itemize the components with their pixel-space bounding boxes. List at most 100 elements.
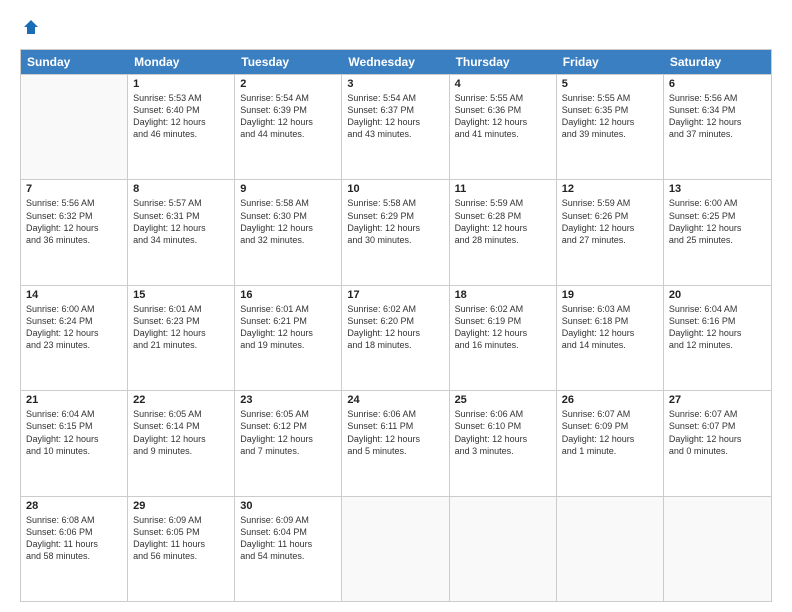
cal-cell: 16 Sunrise: 6:01 AM Sunset: 6:21 PM Dayli… bbox=[235, 286, 342, 390]
day-info: Sunrise: 5:55 AM Sunset: 6:36 PM Dayligh… bbox=[455, 92, 551, 141]
day-number: 3 bbox=[347, 78, 443, 90]
day-info: Sunrise: 5:54 AM Sunset: 6:37 PM Dayligh… bbox=[347, 92, 443, 141]
cal-cell: 20 Sunrise: 6:04 AM Sunset: 6:16 PM Dayli… bbox=[664, 286, 771, 390]
cal-header-friday: Friday bbox=[557, 50, 664, 74]
day-number: 23 bbox=[240, 394, 336, 406]
day-number: 26 bbox=[562, 394, 658, 406]
day-number: 18 bbox=[455, 289, 551, 301]
day-info: Sunrise: 6:07 AM Sunset: 6:09 PM Dayligh… bbox=[562, 408, 658, 457]
cal-cell: 21Sunrise: 6:04 AM Sunset: 6:15 PM Dayli… bbox=[21, 391, 128, 495]
day-info: Sunrise: 5:59 AM Sunset: 6:28 PM Dayligh… bbox=[455, 197, 551, 246]
cal-cell: 19 Sunrise: 6:03 AM Sunset: 6:18 PM Dayli… bbox=[557, 286, 664, 390]
day-number: 17 bbox=[347, 289, 443, 301]
day-info: Sunrise: 6:01 AM Sunset: 6:23 PM Dayligh… bbox=[133, 303, 229, 352]
cal-week-5: 28 Sunrise: 6:08 AM Sunset: 6:06 PM Dayli… bbox=[21, 496, 771, 601]
day-number: 10 bbox=[347, 183, 443, 195]
day-number: 6 bbox=[669, 78, 766, 90]
day-number: 5 bbox=[562, 78, 658, 90]
day-info: Sunrise: 5:55 AM Sunset: 6:35 PM Dayligh… bbox=[562, 92, 658, 141]
cal-cell: 26 Sunrise: 6:07 AM Sunset: 6:09 PM Dayli… bbox=[557, 391, 664, 495]
cal-header-wednesday: Wednesday bbox=[342, 50, 449, 74]
day-number: 28 bbox=[26, 500, 122, 512]
day-info: Sunrise: 5:53 AM Sunset: 6:40 PM Dayligh… bbox=[133, 92, 229, 141]
day-info: Sunrise: 6:08 AM Sunset: 6:06 PM Dayligh… bbox=[26, 514, 122, 563]
cal-cell: 13 Sunrise: 6:00 AM Sunset: 6:25 PM Dayli… bbox=[664, 180, 771, 284]
day-number: 14 bbox=[26, 289, 122, 301]
day-number: 24 bbox=[347, 394, 443, 406]
day-number: 13 bbox=[669, 183, 766, 195]
cal-cell: 29 Sunrise: 6:09 AM Sunset: 6:05 PM Dayli… bbox=[128, 497, 235, 601]
day-info: Sunrise: 5:58 AM Sunset: 6:29 PM Dayligh… bbox=[347, 197, 443, 246]
calendar: SundayMondayTuesdayWednesdayThursdayFrid… bbox=[20, 49, 772, 602]
cal-week-3: 14 Sunrise: 6:00 AM Sunset: 6:24 PM Dayli… bbox=[21, 285, 771, 390]
cal-cell: 5 Sunrise: 5:55 AM Sunset: 6:35 PM Daylig… bbox=[557, 75, 664, 179]
day-info: Sunrise: 5:59 AM Sunset: 6:26 PM Dayligh… bbox=[562, 197, 658, 246]
cal-cell bbox=[664, 497, 771, 601]
day-info: Sunrise: 6:09 AM Sunset: 6:05 PM Dayligh… bbox=[133, 514, 229, 563]
calendar-body: 1 Sunrise: 5:53 AM Sunset: 6:40 PM Daylig… bbox=[21, 74, 771, 601]
cal-cell: 2Sunrise: 5:54 AM Sunset: 6:39 PM Daylig… bbox=[235, 75, 342, 179]
day-info: Sunrise: 5:58 AM Sunset: 6:30 PM Dayligh… bbox=[240, 197, 336, 246]
day-number: 11 bbox=[455, 183, 551, 195]
day-number: 7 bbox=[26, 183, 122, 195]
day-info: Sunrise: 5:57 AM Sunset: 6:31 PM Dayligh… bbox=[133, 197, 229, 246]
day-info: Sunrise: 6:01 AM Sunset: 6:21 PM Dayligh… bbox=[240, 303, 336, 352]
cal-week-4: 21Sunrise: 6:04 AM Sunset: 6:15 PM Dayli… bbox=[21, 390, 771, 495]
day-number: 16 bbox=[240, 289, 336, 301]
cal-cell: 17 Sunrise: 6:02 AM Sunset: 6:20 PM Dayli… bbox=[342, 286, 449, 390]
day-number: 1 bbox=[133, 78, 229, 90]
calendar-header: SundayMondayTuesdayWednesdayThursdayFrid… bbox=[21, 50, 771, 74]
day-number: 20 bbox=[669, 289, 766, 301]
cal-cell: 10 Sunrise: 5:58 AM Sunset: 6:29 PM Dayli… bbox=[342, 180, 449, 284]
day-info: Sunrise: 6:00 AM Sunset: 6:25 PM Dayligh… bbox=[669, 197, 766, 246]
day-number: 22 bbox=[133, 394, 229, 406]
cal-cell bbox=[342, 497, 449, 601]
cal-cell: 27 Sunrise: 6:07 AM Sunset: 6:07 PM Dayli… bbox=[664, 391, 771, 495]
cal-cell: 9 Sunrise: 5:58 AM Sunset: 6:30 PM Daylig… bbox=[235, 180, 342, 284]
cal-header-tuesday: Tuesday bbox=[235, 50, 342, 74]
cal-cell: 1 Sunrise: 5:53 AM Sunset: 6:40 PM Daylig… bbox=[128, 75, 235, 179]
cal-cell bbox=[557, 497, 664, 601]
day-info: Sunrise: 6:07 AM Sunset: 6:07 PM Dayligh… bbox=[669, 408, 766, 457]
day-info: Sunrise: 6:04 AM Sunset: 6:15 PM Dayligh… bbox=[26, 408, 122, 457]
day-number: 12 bbox=[562, 183, 658, 195]
day-number: 19 bbox=[562, 289, 658, 301]
cal-cell: 22 Sunrise: 6:05 AM Sunset: 6:14 PM Dayli… bbox=[128, 391, 235, 495]
day-info: Sunrise: 6:05 AM Sunset: 6:14 PM Dayligh… bbox=[133, 408, 229, 457]
day-info: Sunrise: 6:03 AM Sunset: 6:18 PM Dayligh… bbox=[562, 303, 658, 352]
day-number: 27 bbox=[669, 394, 766, 406]
cal-cell: 25 Sunrise: 6:06 AM Sunset: 6:10 PM Dayli… bbox=[450, 391, 557, 495]
cal-cell: 8 Sunrise: 5:57 AM Sunset: 6:31 PM Daylig… bbox=[128, 180, 235, 284]
cal-cell: 24 Sunrise: 6:06 AM Sunset: 6:11 PM Dayli… bbox=[342, 391, 449, 495]
day-info: Sunrise: 6:02 AM Sunset: 6:20 PM Dayligh… bbox=[347, 303, 443, 352]
cal-cell bbox=[450, 497, 557, 601]
cal-header-sunday: Sunday bbox=[21, 50, 128, 74]
page: SundayMondayTuesdayWednesdayThursdayFrid… bbox=[0, 0, 792, 612]
day-info: Sunrise: 6:09 AM Sunset: 6:04 PM Dayligh… bbox=[240, 514, 336, 563]
cal-cell: 12 Sunrise: 5:59 AM Sunset: 6:26 PM Dayli… bbox=[557, 180, 664, 284]
cal-cell: 14 Sunrise: 6:00 AM Sunset: 6:24 PM Dayli… bbox=[21, 286, 128, 390]
day-info: Sunrise: 5:54 AM Sunset: 6:39 PM Dayligh… bbox=[240, 92, 336, 141]
day-info: Sunrise: 6:06 AM Sunset: 6:11 PM Dayligh… bbox=[347, 408, 443, 457]
day-info: Sunrise: 5:56 AM Sunset: 6:34 PM Dayligh… bbox=[669, 92, 766, 141]
cal-cell: 7 Sunrise: 5:56 AM Sunset: 6:32 PM Daylig… bbox=[21, 180, 128, 284]
cal-week-1: 1 Sunrise: 5:53 AM Sunset: 6:40 PM Daylig… bbox=[21, 74, 771, 179]
day-number: 25 bbox=[455, 394, 551, 406]
day-info: Sunrise: 6:06 AM Sunset: 6:10 PM Dayligh… bbox=[455, 408, 551, 457]
day-info: Sunrise: 6:04 AM Sunset: 6:16 PM Dayligh… bbox=[669, 303, 766, 352]
cal-cell: 18 Sunrise: 6:02 AM Sunset: 6:19 PM Dayli… bbox=[450, 286, 557, 390]
day-number: 8 bbox=[133, 183, 229, 195]
day-number: 9 bbox=[240, 183, 336, 195]
cal-cell: 28 Sunrise: 6:08 AM Sunset: 6:06 PM Dayli… bbox=[21, 497, 128, 601]
cal-header-saturday: Saturday bbox=[664, 50, 771, 74]
day-info: Sunrise: 6:02 AM Sunset: 6:19 PM Dayligh… bbox=[455, 303, 551, 352]
cal-cell: 15Sunrise: 6:01 AM Sunset: 6:23 PM Dayli… bbox=[128, 286, 235, 390]
day-info: Sunrise: 5:56 AM Sunset: 6:32 PM Dayligh… bbox=[26, 197, 122, 246]
cal-header-monday: Monday bbox=[128, 50, 235, 74]
cal-cell bbox=[21, 75, 128, 179]
cal-week-2: 7 Sunrise: 5:56 AM Sunset: 6:32 PM Daylig… bbox=[21, 179, 771, 284]
cal-cell: 23Sunrise: 6:05 AM Sunset: 6:12 PM Dayli… bbox=[235, 391, 342, 495]
day-info: Sunrise: 6:00 AM Sunset: 6:24 PM Dayligh… bbox=[26, 303, 122, 352]
day-number: 29 bbox=[133, 500, 229, 512]
cal-cell: 3 Sunrise: 5:54 AM Sunset: 6:37 PM Daylig… bbox=[342, 75, 449, 179]
